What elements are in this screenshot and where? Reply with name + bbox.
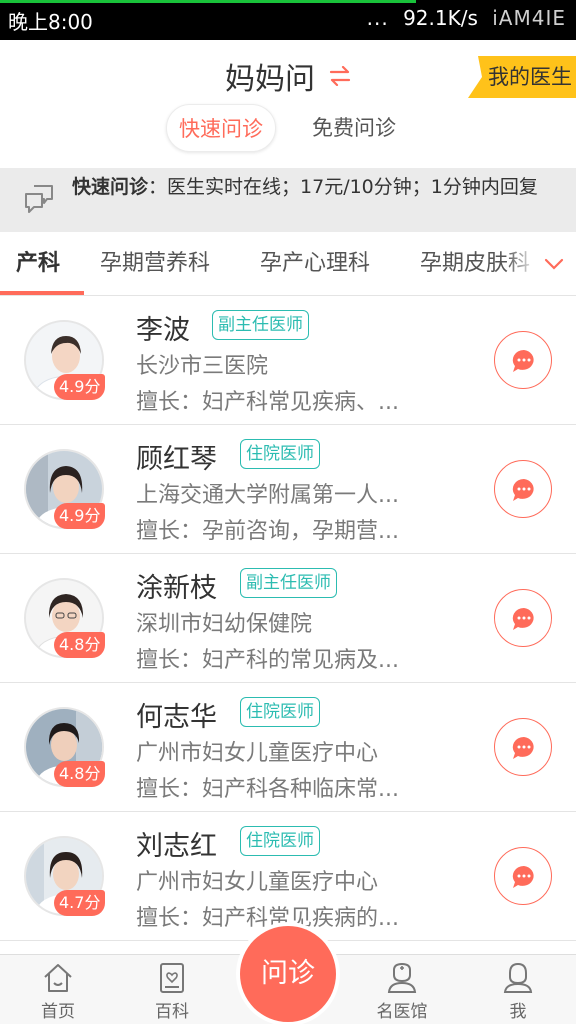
consult-button[interactable] bbox=[494, 331, 552, 389]
user-icon bbox=[503, 962, 533, 993]
doctor-name: 涂新枝 bbox=[136, 573, 217, 604]
doctor-rating-badge: 4.9分 bbox=[54, 374, 106, 400]
doctor-row[interactable]: 4.9分 李波 副主任医师 长沙市三医院 擅长：妇产科常见疾病、... bbox=[0, 296, 576, 425]
doctor-row[interactable]: 4.7分 刘志红 住院医师 广州市妇女儿童医疗中心 擅长：妇产科常见疾病的... bbox=[0, 812, 576, 941]
doctor-title-badge: 住院医师 bbox=[240, 697, 320, 727]
doctor-title-badge: 住院医师 bbox=[240, 439, 320, 469]
loading-progress-line bbox=[0, 0, 416, 3]
tab-free-consult[interactable]: 免费问诊 bbox=[300, 104, 408, 152]
status-time: 晚上8:00 bbox=[8, 10, 93, 34]
network-speed: 92.1K/s bbox=[403, 6, 478, 30]
chevron-down-icon[interactable] bbox=[544, 254, 564, 274]
doctor-name: 李波 bbox=[136, 315, 190, 346]
chat-bubble-icon bbox=[512, 736, 534, 759]
chat-bubble-icon bbox=[512, 349, 534, 372]
switch-arrows-icon bbox=[329, 65, 351, 87]
active-tab-indicator bbox=[0, 291, 84, 295]
doctor-list: 4.9分 李波 副主任医师 长沙市三医院 擅长：妇产科常见疾病、... 4.9分… bbox=[0, 296, 576, 941]
book-icon bbox=[160, 963, 184, 993]
notification-dots: ... bbox=[366, 6, 389, 30]
status-bar: 晚上8:00 ... 92.1K/s iAM4IE bbox=[0, 0, 576, 40]
doctor-hospital: 长沙市三医院 bbox=[136, 354, 269, 379]
info-bar: 快速问诊：医生实时在线；17元/10分钟；1分钟内回复 bbox=[0, 168, 576, 232]
info-detail: ：医生实时在线；17元/10分钟；1分钟内回复 bbox=[148, 176, 538, 198]
status-right: ... 92.1K/s iAM4IE bbox=[367, 6, 566, 30]
nav-item-me[interactable]: 我 bbox=[468, 955, 568, 1024]
doctor-name: 刘志红 bbox=[136, 831, 217, 862]
doctor-row[interactable]: 4.8分 涂新枝 副主任医师 深圳市妇幼保健院 擅长：妇产科的常见病及... bbox=[0, 554, 576, 683]
consult-center-button[interactable]: 问诊 bbox=[240, 926, 336, 1022]
consult-button[interactable] bbox=[494, 460, 552, 518]
doctor-title-badge: 住院医师 bbox=[240, 826, 320, 856]
consult-button[interactable] bbox=[494, 718, 552, 776]
switch-icon[interactable] bbox=[329, 64, 351, 92]
dept-tab-psychology[interactable]: 孕产心理科 bbox=[260, 232, 370, 295]
doctor-hospital: 广州市妇女儿童医疗中心 bbox=[136, 741, 379, 766]
consult-button[interactable] bbox=[494, 589, 552, 647]
doctor-specialty: 擅长：妇产科常见疾病的... bbox=[136, 906, 399, 931]
info-text: 快速问诊：医生实时在线；17元/10分钟；1分钟内回复 bbox=[72, 174, 572, 200]
doctor-name: 何志华 bbox=[136, 702, 217, 733]
consult-chat-icon bbox=[25, 185, 53, 213]
nav-label: 名医馆 bbox=[376, 1002, 428, 1022]
department-tabs: 产科 孕期营养科 孕产心理科 孕期皮肤科 bbox=[0, 232, 576, 296]
nav-label: 我 bbox=[509, 1002, 527, 1022]
doctor-name: 顾红琴 bbox=[136, 444, 217, 475]
doctor-title-badge: 副主任医师 bbox=[240, 568, 337, 598]
doctor-specialty: 擅长：妇产科常见疾病、... bbox=[136, 390, 399, 415]
doctor-title-badge: 副主任医师 bbox=[212, 310, 309, 340]
page-header: 妈妈问 我的医生 快速问诊 免费问诊 bbox=[0, 40, 576, 168]
chat-bubble-icon bbox=[512, 478, 534, 501]
nav-item-famous-doctors[interactable]: 名医馆 bbox=[352, 955, 452, 1024]
dept-tabs-fade bbox=[506, 232, 576, 295]
doctor-rating-badge: 4.7分 bbox=[54, 890, 106, 916]
chat-bubble-icon bbox=[512, 865, 534, 888]
nav-item-home[interactable]: 首页 bbox=[8, 955, 108, 1024]
dept-tab-nutrition[interactable]: 孕期营养科 bbox=[100, 232, 210, 295]
info-label: 快速问诊 bbox=[72, 176, 149, 198]
tab-quick-consult[interactable]: 快速问诊 bbox=[166, 104, 276, 152]
doctor-specialty: 擅长：妇产科的常见病及... bbox=[136, 648, 399, 673]
doctor-hospital: 上海交通大学附属第一人... bbox=[136, 483, 399, 508]
nav-label: 首页 bbox=[41, 1002, 75, 1022]
doctor-specialty: 擅长：妇产科各种临床常... bbox=[136, 777, 399, 802]
doctor-rating-badge: 4.8分 bbox=[54, 632, 106, 658]
consult-button[interactable] bbox=[494, 847, 552, 905]
chat-bubble-icon bbox=[512, 607, 534, 630]
doctor-hospital: 广州市妇女儿童医疗中心 bbox=[136, 870, 379, 895]
network-operator: iAM4IE bbox=[492, 6, 566, 30]
nav-label: 百科 bbox=[155, 1002, 189, 1022]
doctor-hospital: 深圳市妇幼保健院 bbox=[136, 612, 313, 637]
consult-tabs: 快速问诊 免费问诊 bbox=[0, 104, 576, 152]
doctor-row[interactable]: 4.9分 顾红琴 住院医师 上海交通大学附属第一人... 擅长：孕前咨询，孕期营… bbox=[0, 425, 576, 554]
home-icon bbox=[44, 964, 72, 992]
doctor-icon bbox=[387, 962, 417, 993]
page-title: 妈妈问 bbox=[225, 62, 315, 97]
my-doctor-button[interactable]: 我的医生 bbox=[468, 56, 576, 98]
doctor-specialty: 擅长：孕前咨询，孕期营... bbox=[136, 519, 399, 544]
doctor-rating-badge: 4.9分 bbox=[54, 503, 106, 529]
dept-tab-obstetrics[interactable]: 产科 bbox=[16, 232, 60, 295]
doctor-rating-badge: 4.8分 bbox=[54, 761, 106, 787]
nav-item-wiki[interactable]: 百科 bbox=[122, 955, 222, 1024]
doctor-row[interactable]: 4.8分 何志华 住院医师 广州市妇女儿童医疗中心 擅长：妇产科各种临床常... bbox=[0, 683, 576, 812]
